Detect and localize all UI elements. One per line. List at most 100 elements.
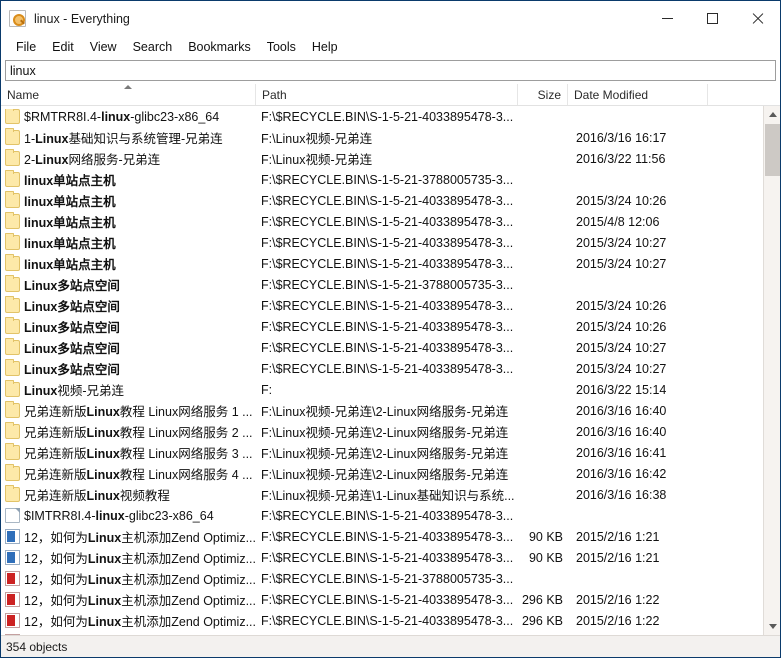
scroll-up-button[interactable] bbox=[764, 106, 780, 123]
table-row[interactable]: 2-Linux网络服务-兄弟连 F:\Linux视频-兄弟连 2016/3/22 1… bbox=[1, 148, 763, 169]
match-highlight: Linux bbox=[86, 426, 120, 440]
cell-name: $IMTRR8I.4-linux-glibc23-x86_64 bbox=[1, 508, 256, 523]
cell-path: F:\$RECYCLE.BIN\S-1-5-21-4033895478-3... bbox=[261, 550, 514, 565]
match-highlight: Linux多站点空间 bbox=[24, 321, 120, 335]
folder-icon bbox=[5, 464, 20, 481]
cell-name: 12，如何为Linux主机添加Zend Optimiz... bbox=[1, 611, 256, 630]
table-row[interactable]: Linux多站点空间 F:\$RECYCLE.BIN\S-1-5-21-40338… bbox=[1, 295, 763, 316]
cell-name: linux单站点主机 bbox=[1, 191, 256, 210]
close-button[interactable] bbox=[735, 1, 780, 36]
table-row[interactable]: Linux多站点空间 F:\$RECYCLE.BIN\S-1-5-21-40338… bbox=[1, 358, 763, 379]
folder-icon bbox=[5, 422, 20, 439]
table-row[interactable]: 12，如何为Linux主机添加Zend Optimiz...F:\$RECYCL… bbox=[1, 589, 763, 610]
folder-icon bbox=[5, 149, 20, 166]
table-row[interactable]: 兄弟连新版Linux视频教程 F:\Linux视频-兄弟连\1-Linux基础知识… bbox=[1, 484, 763, 505]
folder-icon bbox=[5, 485, 20, 502]
cell-size: 90 KB bbox=[528, 550, 563, 565]
table-row[interactable]: 兄弟连新版Linux教程 Linux网络服务 1 ... F:\Linux视频-兄… bbox=[1, 400, 763, 421]
maximize-button[interactable] bbox=[690, 1, 735, 36]
match-highlight: linux单站点主机 bbox=[24, 174, 116, 188]
file-name-label: Linux多站点空间 bbox=[24, 296, 120, 315]
folder-icon bbox=[5, 128, 20, 145]
column-header-size[interactable]: Size bbox=[518, 84, 568, 105]
results-list[interactable]: $RMTRR8I.4-linux-glibc23-x86_64 F:\$RECYC… bbox=[1, 106, 763, 635]
cell-path: F:\$RECYCLE.BIN\S-1-5-21-4033895478-3... bbox=[261, 592, 514, 607]
minimize-button[interactable] bbox=[645, 1, 690, 36]
folder-icon bbox=[5, 109, 20, 124]
cell-name: 兄弟连新版Linux视频教程 bbox=[1, 485, 256, 504]
object-count-label: 354 objects bbox=[6, 639, 68, 654]
cell-path: F:\$RECYCLE.BIN\S-1-5-21-4033895478-3... bbox=[261, 529, 514, 544]
file-name-label: $IMTRR8I.4-linux-glibc23-x86_64 bbox=[24, 508, 214, 523]
table-row[interactable]: 兄弟连新版Linux教程 Linux网络服务 4 ... F:\Linux视频-兄… bbox=[1, 463, 763, 484]
menu-item-help[interactable]: Help bbox=[304, 38, 346, 56]
table-row[interactable]: linux单站点主机 F:\$RECYCLE.BIN\S-1-5-21-40338… bbox=[1, 211, 763, 232]
match-highlight: linux单站点主机 bbox=[24, 237, 116, 251]
search-input[interactable] bbox=[5, 60, 776, 81]
file-name-label: linux单站点主机 bbox=[24, 254, 116, 273]
file-name-label: linux单站点主机 bbox=[24, 212, 116, 231]
cell-date-modified: 2016/3/16 16:40 bbox=[576, 403, 667, 418]
match-highlight: linux bbox=[95, 508, 125, 523]
table-row[interactable]: 兄弟连新版Linux教程 Linux网络服务 2 ... F:\Linux视频-兄… bbox=[1, 421, 763, 442]
cell-name: 兄弟连新版Linux教程 Linux网络服务 4 ... bbox=[1, 464, 256, 483]
menu-item-view[interactable]: View bbox=[82, 38, 125, 56]
cell-name: 兄弟连新版Linux教程 Linux网络服务 3 ... bbox=[1, 443, 256, 462]
cell-name: 12，如何为Linux主机添加Zend Optimiz... bbox=[1, 569, 256, 588]
table-row[interactable]: 12，如何为Linux主机添加Zend Optimiz...F:\$RECYCL… bbox=[1, 526, 763, 547]
table-row[interactable]: 12，如何为Linux主机添加Zend Optimiz...F:\$RECYCL… bbox=[1, 610, 763, 631]
match-highlight: Linux bbox=[87, 552, 122, 566]
table-row[interactable]: linux单站点主机 F:\$RECYCLE.BIN\S-1-5-21-37880… bbox=[1, 169, 763, 190]
table-row[interactable]: Linux多站点空间 F:\$RECYCLE.BIN\S-1-5-21-40338… bbox=[1, 316, 763, 337]
file-name-label: Linux多站点空间 bbox=[24, 359, 120, 378]
table-row[interactable]: 12，如何为Linux主机添加Zend Optimiz...F:\$RECYCL… bbox=[1, 631, 763, 635]
match-highlight: linux单站点主机 bbox=[24, 195, 116, 209]
pdf-icon bbox=[5, 592, 20, 607]
table-row[interactable]: 12，如何为Linux主机添加Zend Optimiz... F:\$RECYCL… bbox=[1, 547, 763, 568]
pdf-icon bbox=[5, 634, 20, 635]
cell-name: $RMTRR8I.4-linux-glibc23-x86_64 bbox=[1, 109, 256, 124]
window-controls bbox=[645, 1, 780, 36]
column-header-date-modified[interactable]: Date Modified bbox=[568, 84, 708, 105]
cell-path: F:\$RECYCLE.BIN\S-1-5-21-4033895478-3... bbox=[261, 319, 514, 334]
title-bar-left: linux - Everything bbox=[1, 10, 130, 27]
table-row[interactable]: linux单站点主机 F:\$RECYCLE.BIN\S-1-5-21-40338… bbox=[1, 253, 763, 274]
table-row[interactable]: Linux多站点空间 F:\$RECYCLE.BIN\S-1-5-21-37880… bbox=[1, 274, 763, 295]
scroll-down-button[interactable] bbox=[764, 618, 780, 635]
table-row[interactable]: $IMTRR8I.4-linux-glibc23-x86_64 F:\$RECYC… bbox=[1, 505, 763, 526]
cell-size: 296 KB bbox=[521, 613, 563, 628]
match-highlight: Linux bbox=[86, 405, 120, 419]
cell-name: 12，如何为Linux主机添加Zend Optimiz... bbox=[1, 548, 256, 567]
menu-item-tools[interactable]: Tools bbox=[259, 38, 304, 56]
table-row[interactable]: 1-Linux基础知识与系统管理-兄弟连 F:\Linux视频-兄弟连 2016/3… bbox=[1, 127, 763, 148]
file-name-label: $RMTRR8I.4-linux-glibc23-x86_64 bbox=[24, 109, 220, 124]
folder-icon bbox=[5, 170, 20, 187]
cell-size: 90 KB bbox=[528, 529, 563, 544]
menu-item-file[interactable]: File bbox=[8, 38, 44, 56]
match-highlight: linux单站点主机 bbox=[24, 258, 116, 272]
table-row[interactable]: linux单站点主机 F:\$RECYCLE.BIN\S-1-5-21-40338… bbox=[1, 190, 763, 211]
table-row[interactable]: Linux视频-兄弟连 F: 2016/3/22 15:14 bbox=[1, 379, 763, 400]
table-row[interactable]: Linux多站点空间 F:\$RECYCLE.BIN\S-1-5-21-40338… bbox=[1, 337, 763, 358]
match-highlight: Linux bbox=[87, 573, 122, 587]
cell-name: Linux多站点空间 bbox=[1, 338, 256, 357]
window-title: linux - Everything bbox=[34, 11, 130, 26]
pdf-icon bbox=[5, 571, 20, 586]
scrollbar-thumb[interactable] bbox=[765, 124, 780, 176]
column-header-path[interactable]: Path bbox=[256, 84, 518, 105]
table-row[interactable]: 12，如何为Linux主机添加Zend Optimiz...F:\$RECYCL… bbox=[1, 568, 763, 589]
table-row[interactable]: linux单站点主机 F:\$RECYCLE.BIN\S-1-5-21-40338… bbox=[1, 232, 763, 253]
file-name-label: 兄弟连新版Linux视频教程 bbox=[24, 489, 170, 503]
vertical-scrollbar[interactable] bbox=[763, 106, 780, 635]
menu-item-bookmarks[interactable]: Bookmarks bbox=[180, 38, 259, 56]
menu-item-edit[interactable]: Edit bbox=[44, 38, 82, 56]
cell-date-modified: 2015/3/24 10:27 bbox=[576, 235, 667, 250]
menu-item-search[interactable]: Search bbox=[125, 38, 181, 56]
folder-icon bbox=[5, 254, 20, 271]
file-name-label: Linux视频-兄弟连 bbox=[24, 384, 125, 398]
column-header-date-label: Date Modified bbox=[574, 87, 649, 102]
table-row[interactable]: $RMTRR8I.4-linux-glibc23-x86_64 F:\$RECYC… bbox=[1, 106, 763, 127]
table-row[interactable]: 兄弟连新版Linux教程 Linux网络服务 3 ... F:\Linux视频-兄… bbox=[1, 442, 763, 463]
folder-icon bbox=[5, 233, 20, 250]
column-header-name[interactable]: Name bbox=[1, 84, 256, 105]
